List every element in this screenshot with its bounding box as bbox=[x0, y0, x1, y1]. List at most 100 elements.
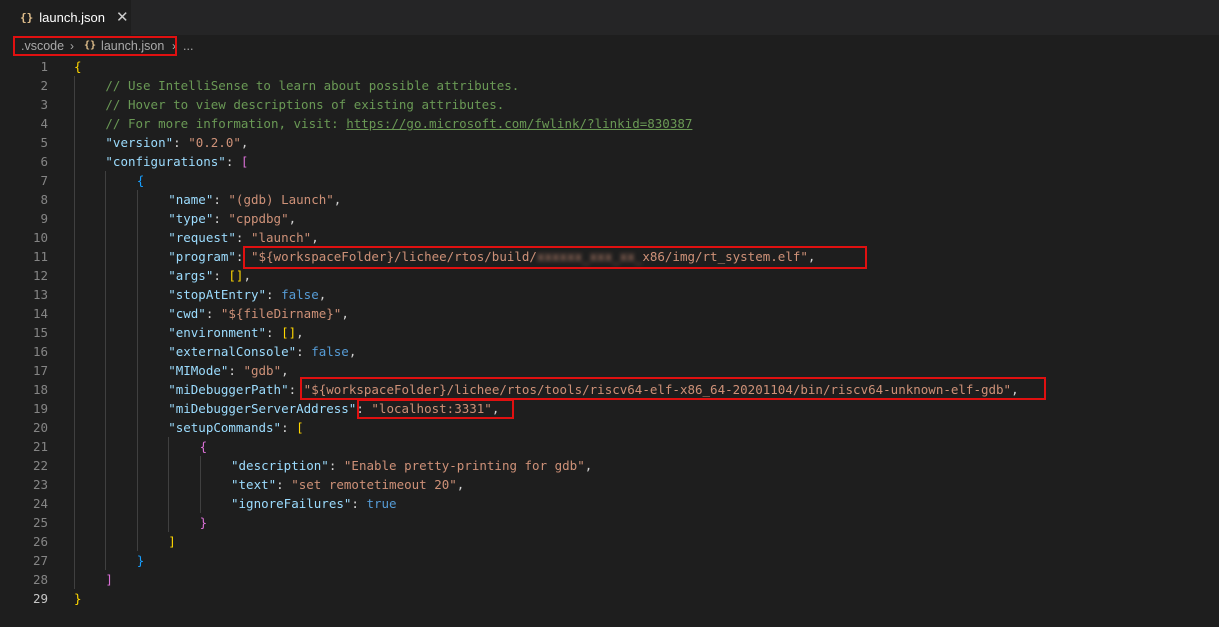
indent-guide bbox=[74, 456, 75, 475]
line-number: 5 bbox=[40, 135, 48, 150]
breadcrumb-more[interactable]: ... bbox=[183, 35, 193, 57]
code-line[interactable]: 17 "MIMode": "gdb", bbox=[0, 361, 1219, 380]
code-editor[interactable]: 1{2// Use IntelliSense to learn about po… bbox=[0, 57, 1219, 627]
line-number: 9 bbox=[40, 211, 48, 226]
indent-guide bbox=[74, 475, 75, 494]
code-token: "externalConsole" bbox=[168, 344, 297, 359]
code-token: , bbox=[348, 344, 357, 359]
code-token: "gdb" bbox=[243, 363, 282, 378]
code-token: : bbox=[351, 496, 367, 511]
code-token: // Use IntelliSense to learn about possi… bbox=[105, 78, 520, 93]
line-number: 14 bbox=[32, 306, 48, 321]
code-line[interactable]: 16 "externalConsole": false, bbox=[0, 342, 1219, 361]
code-line[interactable]: 7{ bbox=[0, 171, 1219, 190]
code-line[interactable]: 24 "ignoreFailures": true bbox=[0, 494, 1219, 513]
indent-guide bbox=[136, 475, 138, 494]
code-line[interactable]: 19 "miDebuggerServerAddress": "localhost:… bbox=[0, 399, 1219, 418]
indent-guide bbox=[105, 323, 107, 342]
code-line[interactable]: 8 "name": "(gdb) Launch", bbox=[0, 190, 1219, 209]
code-line[interactable]: 4 // For more information, visit: https:/… bbox=[0, 114, 1219, 133]
indent-guide bbox=[74, 152, 75, 171]
code-token: "text" bbox=[231, 477, 277, 492]
close-icon[interactable]: ✕ bbox=[116, 10, 129, 25]
code-line[interactable]: 23 "text": "set remotetimeout 20", bbox=[0, 475, 1219, 494]
code-token: "miDebuggerPath" bbox=[168, 382, 289, 397]
indent-guide bbox=[136, 323, 138, 342]
code-token: "version" bbox=[105, 135, 174, 150]
code-line[interactable]: 26] bbox=[0, 532, 1219, 551]
line-number: 12 bbox=[32, 268, 48, 283]
code-line[interactable]: 15 "environment": [], bbox=[0, 323, 1219, 342]
code-line[interactable]: 12 "args": [], bbox=[0, 266, 1219, 285]
code-token[interactable]: https://go.microsoft.com/fwlink/?linkid=… bbox=[346, 116, 692, 131]
code-token: "description" bbox=[231, 458, 329, 473]
indent-guide bbox=[74, 513, 75, 532]
indent-guide bbox=[199, 494, 201, 513]
code-token: , bbox=[341, 306, 349, 321]
code-line[interactable]: 10 "request": "launch", bbox=[0, 228, 1219, 247]
code-text: "miDebuggerServerAddress": "localhost:33… bbox=[168, 399, 499, 418]
indent-guide bbox=[136, 209, 138, 228]
code-line[interactable]: 14 "cwd": "${fileDirname}", bbox=[0, 304, 1219, 323]
tab-launch-json[interactable]: {} launch.json ✕ bbox=[0, 0, 131, 35]
code-line[interactable]: 25} bbox=[0, 513, 1219, 532]
code-line[interactable]: 6 "configurations": [ bbox=[0, 152, 1219, 171]
code-token: "${fileDirname}" bbox=[220, 306, 342, 321]
indent-guide bbox=[136, 304, 138, 323]
indent-guide bbox=[74, 114, 75, 133]
indent-guide bbox=[105, 380, 107, 399]
indent-guide bbox=[74, 323, 75, 342]
line-number: 20 bbox=[32, 420, 48, 435]
code-line[interactable]: 29} bbox=[0, 589, 1219, 608]
code-line[interactable]: 2 // Use IntelliSense to learn about poss… bbox=[0, 76, 1219, 95]
code-token: : bbox=[228, 363, 244, 378]
code-text: { bbox=[200, 437, 208, 456]
indent-guide bbox=[74, 380, 75, 399]
code-line[interactable]: 28] bbox=[0, 570, 1219, 589]
line-number: 21 bbox=[32, 439, 48, 454]
code-line[interactable]: 5 "version": "0.2.0", bbox=[0, 133, 1219, 152]
code-token: : bbox=[173, 135, 189, 150]
breadcrumb-folder[interactable]: .vscode bbox=[21, 35, 64, 57]
code-line[interactable]: 18 "miDebuggerPath": "${workspaceFolder}/… bbox=[0, 380, 1219, 399]
chevron-right-icon: › bbox=[172, 39, 176, 53]
code-token: , bbox=[296, 325, 304, 340]
code-line[interactable]: 20 "setupCommands": [ bbox=[0, 418, 1219, 437]
indent-guide bbox=[105, 228, 107, 247]
indent-guide bbox=[105, 190, 107, 209]
code-line[interactable]: 1{ bbox=[0, 57, 1219, 76]
code-line[interactable]: 9 "type": "cppdbg", bbox=[0, 209, 1219, 228]
line-number: 25 bbox=[32, 515, 48, 530]
code-line[interactable]: 21 { bbox=[0, 437, 1219, 456]
indent-guide bbox=[105, 304, 107, 323]
code-token[interactable]: xxxxxx_xxx_xx_ bbox=[537, 249, 642, 264]
code-line[interactable]: 22 "description": "Enable pretty-printing… bbox=[0, 456, 1219, 475]
code-text: } bbox=[74, 589, 82, 608]
line-number: 23 bbox=[32, 477, 48, 492]
code-token: : bbox=[281, 420, 297, 435]
code-line[interactable]: 11 "program": "${workspaceFolder}/lichee/… bbox=[0, 247, 1219, 266]
code-line[interactable]: 13 "stopAtEntry": false, bbox=[0, 285, 1219, 304]
indent-guide bbox=[199, 475, 201, 494]
code-line[interactable]: 3 // Hover to view descriptions of existi… bbox=[0, 95, 1219, 114]
code-line[interactable]: 27} bbox=[0, 551, 1219, 570]
tab-bar: {} launch.json ✕ bbox=[0, 0, 1219, 35]
breadcrumb-file[interactable]: {} launch.json bbox=[84, 35, 164, 57]
line-number: 18 bbox=[32, 382, 48, 397]
indent-guide bbox=[136, 285, 138, 304]
code-token: "cwd" bbox=[168, 306, 206, 321]
code-text: "text": "set remotetimeout 20", bbox=[231, 475, 464, 494]
code-token: "${workspaceFolder}/lichee/rtos/build/ bbox=[250, 249, 537, 264]
code-token: : bbox=[266, 287, 282, 302]
breadcrumb: .vscode › {} launch.json › ... bbox=[0, 35, 1219, 57]
code-token: } bbox=[74, 591, 82, 606]
code-token: "stopAtEntry" bbox=[168, 287, 267, 302]
line-number: 22 bbox=[32, 458, 48, 473]
indent-guide bbox=[74, 494, 75, 513]
indent-guide bbox=[105, 551, 107, 570]
line-number: 10 bbox=[32, 230, 48, 245]
indent-guide bbox=[168, 437, 170, 456]
code-token: } bbox=[199, 515, 208, 530]
code-token: ] bbox=[105, 572, 113, 587]
indent-guide bbox=[74, 247, 75, 266]
